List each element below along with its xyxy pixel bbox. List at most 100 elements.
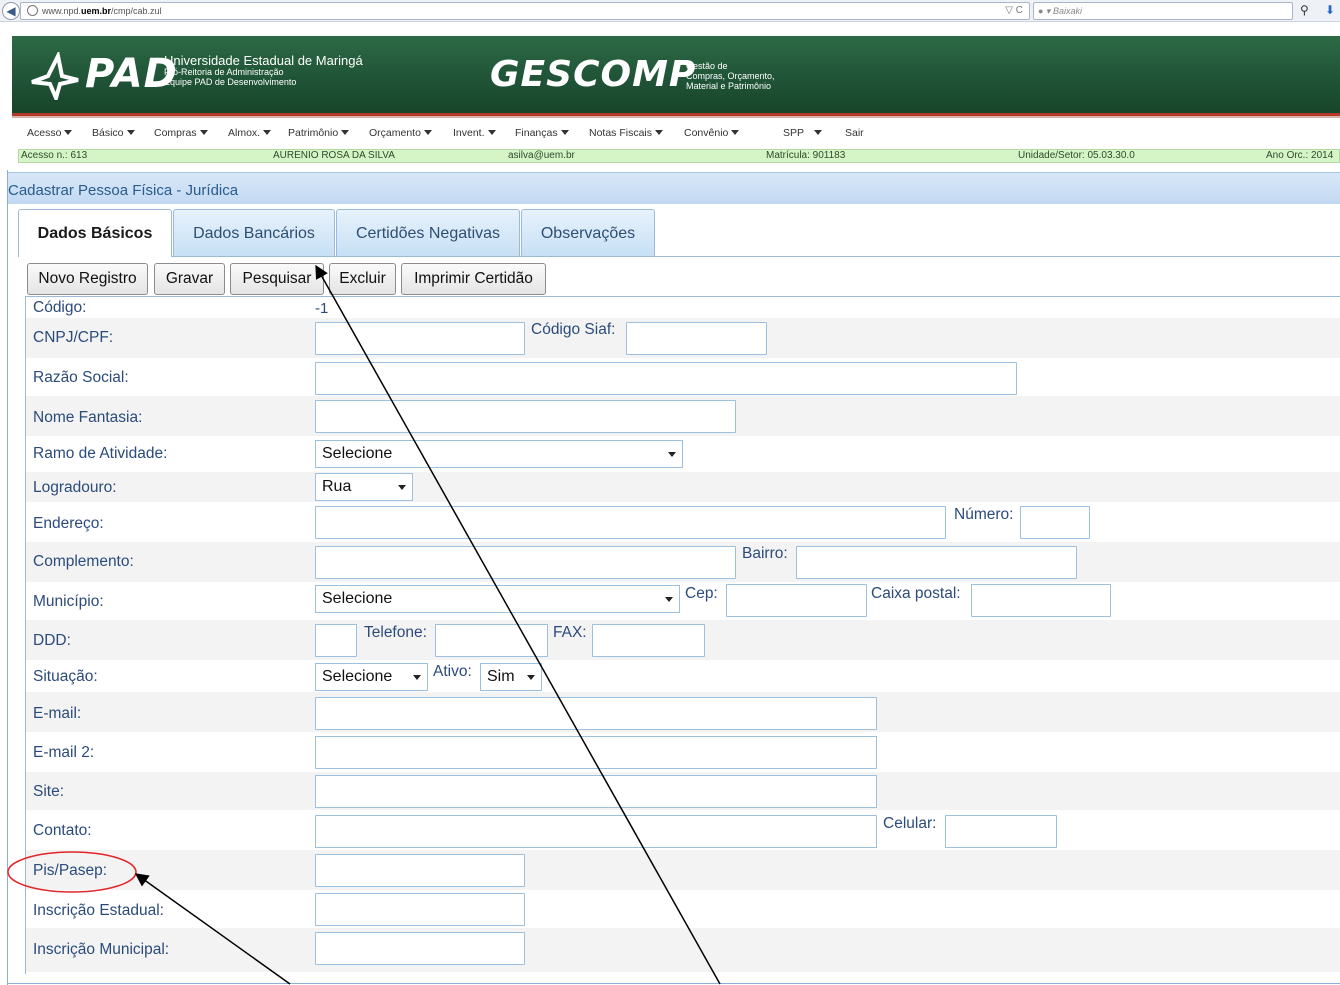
email-label: E-mail: <box>33 705 82 722</box>
page-title-bar: Cadastrar Pessoa Física - Jurídica <box>8 172 1340 204</box>
site-input[interactable] <box>315 775 877 808</box>
row-ramo <box>26 436 1340 472</box>
chevron-down-icon <box>126 130 135 135</box>
save-button[interactable]: Gravar <box>154 263 225 295</box>
endereco-input[interactable] <box>315 506 946 539</box>
system-desc-line1: Gestão de <box>686 61 728 71</box>
email2-input[interactable] <box>315 736 877 769</box>
chevron-down-icon <box>341 130 350 135</box>
tab-dados-basicos[interactable]: Dados Básicos <box>18 209 172 257</box>
razao-social-input[interactable] <box>315 362 1017 395</box>
university-line1: Universidade Estadual de Maringá <box>164 53 363 68</box>
tab-certidoes-negativas[interactable]: Certidões Negativas <box>336 209 520 256</box>
url-path: /cmp/cab.zul <box>111 6 162 16</box>
search-icon[interactable]: ⚲ <box>1300 3 1309 17</box>
numero-label: Número: <box>954 506 1014 523</box>
menu-label: Convênio <box>684 127 729 139</box>
search-button[interactable]: Pesquisar <box>230 263 324 295</box>
row-situacao <box>26 660 1340 692</box>
email-input[interactable] <box>315 697 877 730</box>
menu-acesso[interactable]: Acesso <box>27 127 73 139</box>
row-ie <box>26 890 1340 928</box>
fax-input[interactable] <box>592 624 705 657</box>
chevron-down-icon <box>527 675 535 680</box>
logradouro-select[interactable]: Rua <box>315 473 413 501</box>
siaf-label: Código Siaf: <box>531 321 616 338</box>
menu-convenio[interactable]: Convênio <box>684 127 740 139</box>
row-pis <box>26 850 1340 890</box>
menu-sair[interactable]: Sair <box>845 127 864 139</box>
menu-spp[interactable]: SPP <box>783 127 823 139</box>
screenshot-root: ◀ www.npd.uem.br/cmp/cab.zul ▽ C ● ▾ Bai… <box>0 0 1340 985</box>
window-frame-left <box>7 170 8 985</box>
menu-orcamento[interactable]: Orçamento <box>369 127 432 139</box>
menu-label: Básico <box>92 127 124 139</box>
contato-input[interactable] <box>315 815 877 848</box>
chevron-down-icon <box>731 130 740 135</box>
complemento-input[interactable] <box>315 546 736 579</box>
new-record-button[interactable]: Novo Registro <box>27 263 148 295</box>
chevron-down-icon <box>814 130 823 135</box>
codigo-value: -1 <box>315 300 329 317</box>
caixa-postal-input[interactable] <box>971 584 1111 617</box>
menu-financas[interactable]: Finanças <box>515 127 569 139</box>
tab-dados-bancarios[interactable]: Dados Bancários <box>173 209 335 256</box>
chevron-down-icon <box>413 675 421 680</box>
celular-input[interactable] <box>945 815 1057 848</box>
telefone-input[interactable] <box>435 624 548 657</box>
browser-toolbar: ◀ www.npd.uem.br/cmp/cab.zul ▽ C ● ▾ Bai… <box>0 0 1340 22</box>
tab-observacoes[interactable]: Observações <box>521 209 655 256</box>
chevron-down-icon <box>655 130 664 135</box>
menu-patrimonio[interactable]: Patrimônio <box>288 127 350 139</box>
numero-input[interactable] <box>1020 506 1090 539</box>
university-line3: Equipe PAD de Desenvolvimento <box>164 77 297 87</box>
download-arrow-icon[interactable]: ⬇ <box>1325 3 1335 17</box>
cep-input[interactable] <box>726 584 867 617</box>
back-arrow-icon[interactable]: ◀ <box>2 2 20 20</box>
ddd-input[interactable] <box>315 624 357 657</box>
razao-label: Razão Social: <box>33 369 129 386</box>
situacao-select[interactable]: Selecione <box>315 663 428 691</box>
ramo-atividade-select[interactable]: Selecione <box>315 440 683 468</box>
delete-button[interactable]: Excluir <box>329 263 396 295</box>
siaf-input[interactable] <box>626 322 767 355</box>
user-name: AURENIO ROSA DA SILVA <box>273 150 395 161</box>
situacao-label: Situação: <box>33 668 98 685</box>
inscricao-estadual-input[interactable] <box>315 893 525 926</box>
registration-number: Matrícula: 901183 <box>766 150 846 161</box>
address-bar[interactable]: www.npd.uem.br/cmp/cab.zul ▽ C <box>20 2 1030 20</box>
budget-year: Ano Orc.: 2014 <box>1266 150 1334 161</box>
row-logradouro <box>26 472 1340 502</box>
ddd-label: DDD: <box>33 632 71 649</box>
municipio-selected: Selecione <box>322 590 393 607</box>
chevron-down-icon <box>64 130 73 135</box>
menu-label: Acesso <box>27 127 62 139</box>
cep-label: Cep: <box>685 585 718 602</box>
pis-pasep-input[interactable] <box>315 854 525 887</box>
menu-invent[interactable]: Invent. <box>453 127 496 139</box>
user-email: asilva@uem.br <box>508 150 575 161</box>
window-frame-bottom <box>7 983 1340 984</box>
menu-almox[interactable]: Almox. <box>228 127 272 139</box>
municipio-label: Município: <box>33 593 104 610</box>
chevron-down-icon <box>665 597 673 602</box>
menu-compras[interactable]: Compras <box>154 127 208 139</box>
menu-notas-fiscais[interactable]: Notas Fiscais <box>589 127 664 139</box>
cnpj-label: CNPJ/CPF: <box>33 329 114 346</box>
row-municipio <box>26 582 1340 620</box>
chevron-down-icon <box>487 130 496 135</box>
ativo-select[interactable]: Sim <box>480 663 542 691</box>
browser-search-input[interactable]: ● ▾ Baixaki <box>1033 2 1293 20</box>
bairro-input[interactable] <box>796 546 1077 579</box>
reload-icon[interactable]: ▽ C <box>1005 3 1023 19</box>
municipio-select[interactable]: Selecione <box>315 585 680 613</box>
menu-label: Almox. <box>228 127 261 139</box>
row-codigo <box>26 297 1340 317</box>
menu-label: Notas Fiscais <box>589 127 653 139</box>
menu-label: Compras <box>154 127 197 139</box>
cnpj-input[interactable] <box>315 322 525 355</box>
inscricao-municipal-input[interactable] <box>315 932 525 965</box>
nome-fantasia-input[interactable] <box>315 400 736 433</box>
print-certificate-button[interactable]: Imprimir Certidão <box>401 263 546 295</box>
menu-basico[interactable]: Básico <box>92 127 135 139</box>
